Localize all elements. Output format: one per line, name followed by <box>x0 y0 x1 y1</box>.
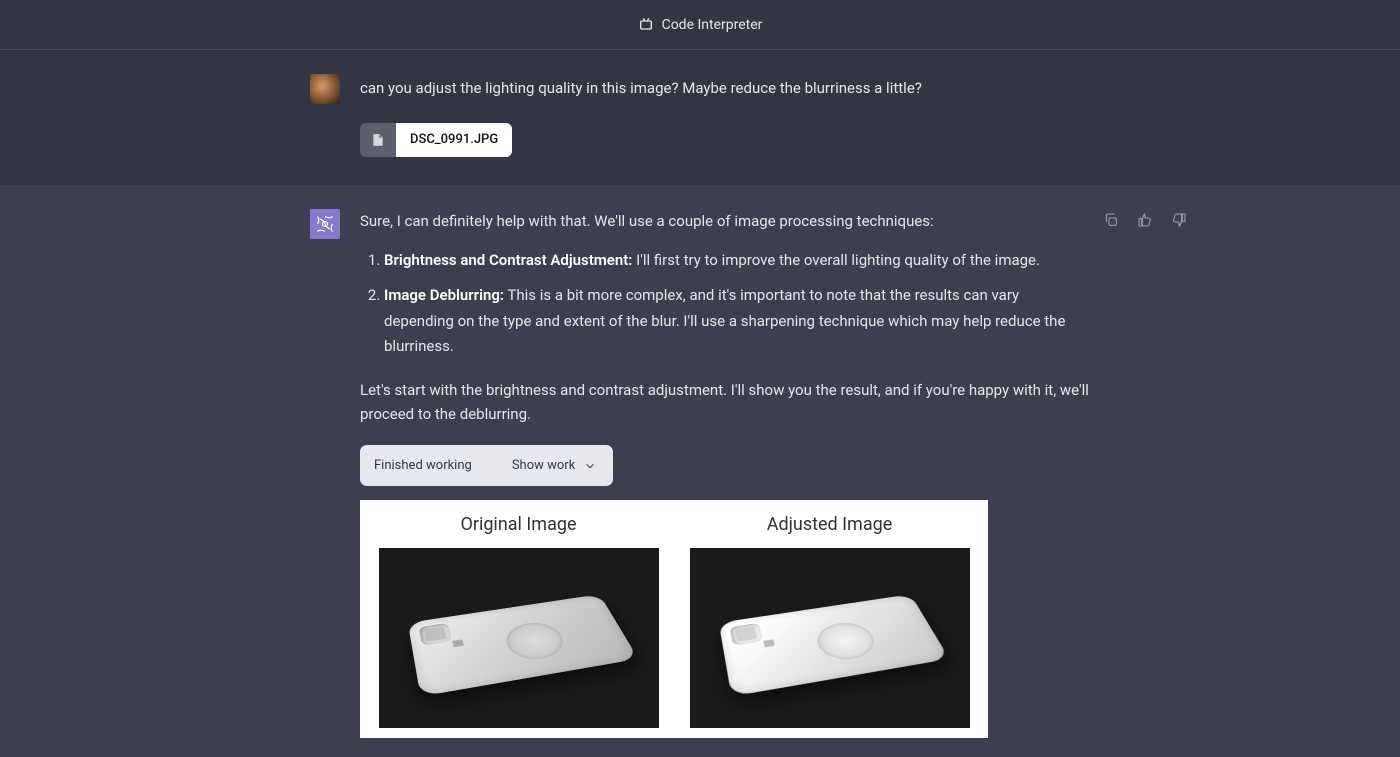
image-comparison-panel: Original Image Adjusted Image <box>360 500 988 738</box>
assistant-intro: Sure, I can definitely help with that. W… <box>360 209 1090 234</box>
original-image[interactable] <box>379 548 659 728</box>
app-header: Code Interpreter <box>0 0 1400 50</box>
adjusted-image-column: Adjusted Image <box>677 510 982 728</box>
adjusted-image-title: Adjusted Image <box>767 510 893 540</box>
code-interpreter-icon <box>638 17 654 33</box>
chevron-down-icon <box>583 459 597 473</box>
step-label: Image Deblurring: <box>384 286 504 304</box>
assistant-steps-list: Brightness and Contrast Adjustment: I'll… <box>360 248 1090 360</box>
work-status-card[interactable]: Finished working Show work <box>360 445 613 486</box>
original-image-title: Original Image <box>460 510 576 540</box>
show-work-toggle[interactable]: Show work <box>512 455 597 476</box>
message-actions <box>1100 209 1190 231</box>
thumbs-down-button[interactable] <box>1168 209 1190 231</box>
list-item: Image Deblurring: This is a bit more com… <box>384 283 1090 360</box>
user-avatar <box>310 74 340 104</box>
assistant-message-block: Sure, I can definitely help with that. W… <box>0 185 1400 757</box>
adjusted-image[interactable] <box>690 548 970 728</box>
step-text: I'll first try to improve the overall li… <box>632 251 1040 269</box>
work-status-text: Finished working <box>374 455 472 476</box>
file-attachment-chip[interactable]: DSC_0991.JPG <box>360 123 512 157</box>
app-title: Code Interpreter <box>662 17 763 33</box>
file-attachment-name: DSC_0991.JPG <box>396 123 512 157</box>
original-image-column: Original Image <box>366 510 671 728</box>
file-icon <box>360 123 396 157</box>
list-item: Brightness and Contrast Adjustment: I'll… <box>384 248 1090 274</box>
step-label: Brightness and Contrast Adjustment: <box>384 251 632 269</box>
assistant-outro: Let's start with the brightness and cont… <box>360 378 1090 428</box>
user-message-block: can you adjust the lighting quality in t… <box>0 50 1400 185</box>
thumbs-up-button[interactable] <box>1134 209 1156 231</box>
assistant-avatar <box>310 209 340 239</box>
copy-button[interactable] <box>1100 209 1122 231</box>
show-work-label: Show work <box>512 455 575 476</box>
user-message-text: can you adjust the lighting quality in t… <box>360 76 1090 101</box>
